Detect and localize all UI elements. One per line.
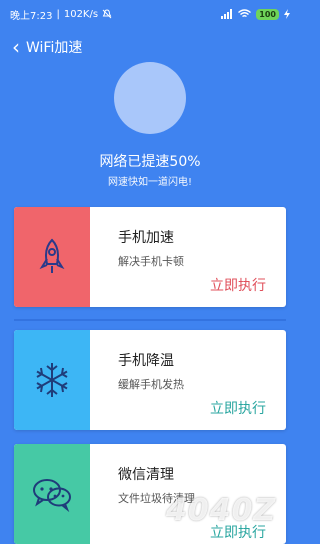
execute-button[interactable]: 立即执行 — [210, 275, 266, 295]
card-title: 微信清理 — [118, 467, 174, 483]
rocket-icon — [39, 238, 65, 273]
status-speed: 102K/s — [63, 8, 99, 20]
signal-icon — [221, 9, 233, 19]
card-desc: 解决手机卡顿 — [118, 255, 184, 268]
section-divider — [14, 319, 286, 321]
charging-icon — [284, 9, 290, 19]
execute-button[interactable]: 立即执行 — [210, 398, 266, 418]
speed-circle — [114, 62, 186, 134]
site-watermark: 4040Z — [166, 493, 277, 528]
status-time: 晚上7:23 — [10, 10, 53, 22]
chevron-left-icon[interactable]: ‹ — [12, 37, 20, 57]
snowflake-icon — [36, 363, 68, 397]
card-title: 手机降温 — [118, 353, 174, 369]
wifi-icon — [238, 9, 252, 18]
wechat-icon — [33, 479, 71, 512]
card-title: 手机加速 — [118, 230, 174, 246]
speed-headline: 网络已提速50% — [99, 154, 201, 170]
card-side — [14, 444, 90, 544]
card-side — [14, 330, 90, 430]
status-bar: 晚上7:23 | 102K/s 100 — [0, 0, 300, 28]
card-phone-boost[interactable]: 手机加速 解决手机卡顿 立即执行 — [14, 207, 286, 307]
mute-bell-icon — [102, 9, 112, 19]
card-side — [14, 207, 90, 307]
page-title: WiFi加速 — [26, 40, 83, 56]
top-bar: ‹ WiFi加速 — [0, 32, 300, 62]
divider-bar: | — [56, 8, 60, 20]
speed-subline: 网速快如一道闪电! — [107, 177, 192, 188]
card-phone-cooling[interactable]: 手机降温 缓解手机发热 立即执行 — [14, 330, 286, 430]
battery-icon: 100 — [256, 8, 279, 20]
card-desc: 缓解手机发热 — [118, 378, 184, 391]
